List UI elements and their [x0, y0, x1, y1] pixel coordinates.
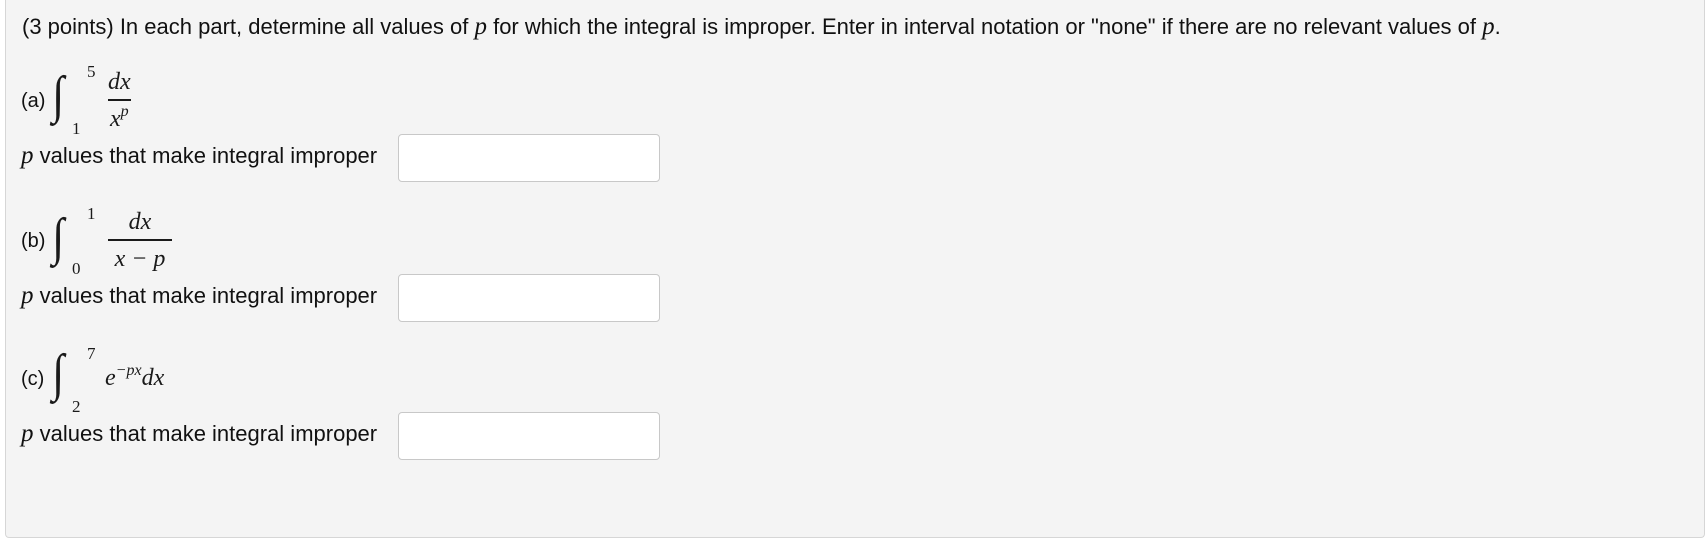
upper-limit: 5 — [87, 62, 96, 81]
prompt-c: p values that make integral improper — [21, 420, 377, 448]
fraction: dx x − p — [108, 208, 172, 273]
part-c: (c) ∫ 7 2 e−pxdx p values that make inte… — [21, 345, 821, 512]
part-c-label: (c) — [21, 368, 45, 390]
numerator: dx — [108, 69, 131, 95]
numerator: dx — [128, 209, 152, 235]
integrand: e−pxdx — [105, 362, 165, 395]
intro-period: . — [1494, 14, 1501, 39]
upper-limit: 1 — [87, 204, 96, 223]
denominator-base: x — [110, 105, 121, 132]
part-a-label: (a) — [21, 90, 46, 112]
integral-sign: ∫ — [52, 345, 65, 402]
part-b-label: (b) — [21, 230, 46, 252]
integrand-differential: dx — [141, 365, 165, 391]
integral-sign: ∫ — [52, 67, 65, 124]
prompt-var-p: p — [21, 282, 34, 309]
answer-input-c[interactable] — [398, 412, 660, 460]
problem-panel: (3 points) In each part, determine all v… — [5, 0, 1705, 538]
fraction-bar — [108, 239, 172, 241]
prompt-b: p values that make integral improper — [21, 282, 377, 310]
prompt-text: values that make integral improper — [33, 421, 378, 446]
intro-text-1: (3 points) In each part, determine all v… — [22, 14, 475, 39]
denominator: x − p — [114, 245, 166, 272]
intro-text-2: for which the integral is improper. Ente… — [486, 14, 1483, 39]
prompt-text: values that make integral improper — [33, 143, 378, 168]
integrand-exponent: −px — [115, 362, 142, 379]
lower-limit: 0 — [72, 259, 81, 278]
denominator: xp — [110, 102, 129, 136]
prompt-text: values that make integral improper — [33, 283, 378, 308]
integral-sign: ∫ — [52, 209, 65, 266]
intro-var-p: p — [474, 13, 487, 40]
answer-input-b[interactable] — [398, 274, 660, 322]
fraction: dx xp — [108, 68, 131, 136]
lower-limit: 1 — [72, 119, 81, 138]
fraction-bar — [108, 99, 131, 101]
upper-limit: 7 — [87, 344, 96, 363]
lower-limit: 2 — [72, 397, 81, 416]
prompt-a: p values that make integral improper — [21, 142, 377, 170]
part-a: (a) ∫ 5 1 dx xp p values that make integ… — [21, 60, 821, 210]
part-b: (b) ∫ 1 0 dx x − p p values that make in… — [21, 205, 821, 362]
integrand-base: e — [105, 365, 116, 391]
prompt-var-p: p — [21, 142, 34, 169]
intro-var-p-end: p — [1482, 13, 1495, 40]
problem-statement: (3 points) In each part, determine all v… — [22, 12, 1501, 42]
prompt-var-p: p — [21, 420, 34, 447]
denominator-exponent: p — [120, 102, 129, 120]
answer-input-a[interactable] — [398, 134, 660, 182]
